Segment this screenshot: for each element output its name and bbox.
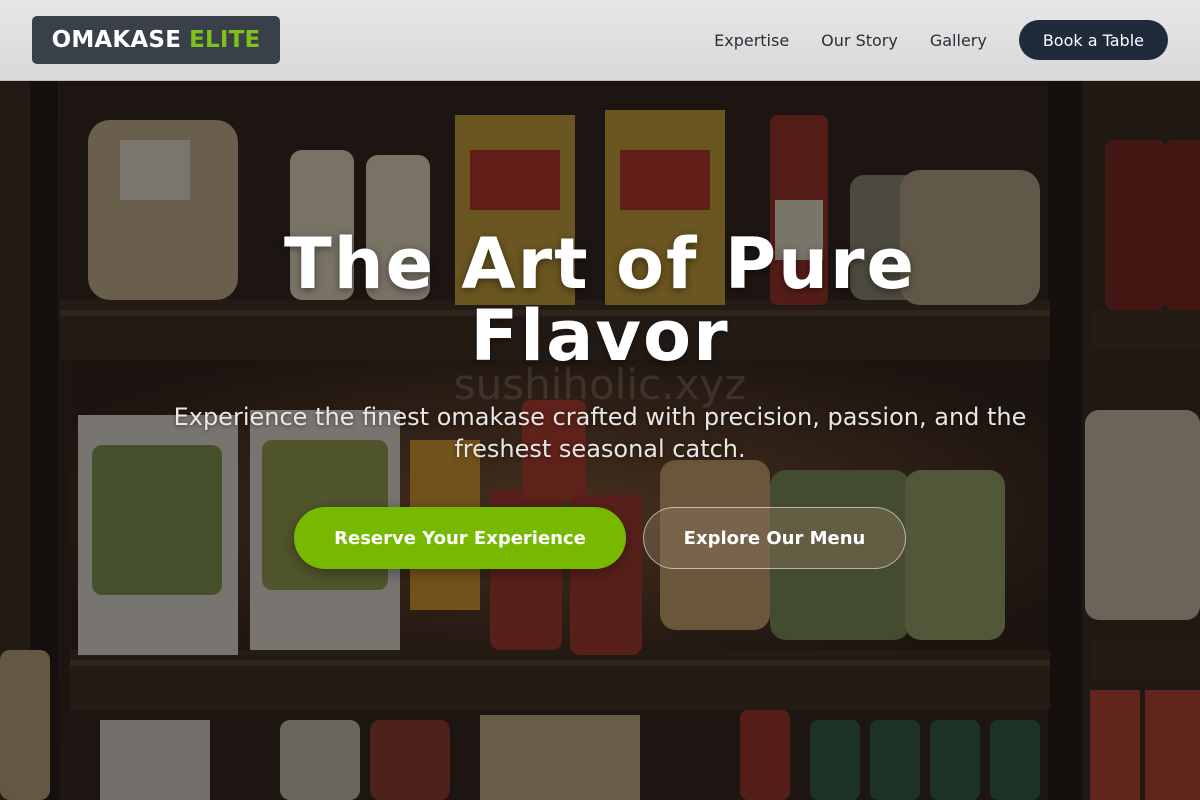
reserve-experience-button[interactable]: Reserve Your Experience [294, 507, 626, 569]
nav-links: Expertise Our Story Gallery Book a Table [714, 20, 1168, 60]
hero-subtitle: Experience the finest omakase crafted wi… [173, 403, 1027, 463]
brand-logo[interactable]: OMAKASE ELITE [32, 16, 280, 64]
nav-link-our-story[interactable]: Our Story [821, 31, 898, 50]
nav-link-gallery[interactable]: Gallery [930, 31, 987, 50]
brand-name-primary: OMAKASE [51, 27, 182, 53]
hero-section: The Art of Pure Flavor Experience the fi… [0, 228, 1200, 569]
top-navigation-bar: OMAKASE ELITE Expertise Our Story Galler… [0, 0, 1200, 81]
explore-menu-button[interactable]: Explore Our Menu [643, 507, 906, 569]
hero-cta-group: Reserve Your Experience Explore Our Menu [0, 507, 1200, 569]
brand-name-accent: ELITE [189, 27, 261, 53]
nav-link-expertise[interactable]: Expertise [714, 31, 789, 50]
hero-title: The Art of Pure Flavor [283, 223, 916, 377]
book-a-table-button[interactable]: Book a Table [1018, 20, 1168, 60]
